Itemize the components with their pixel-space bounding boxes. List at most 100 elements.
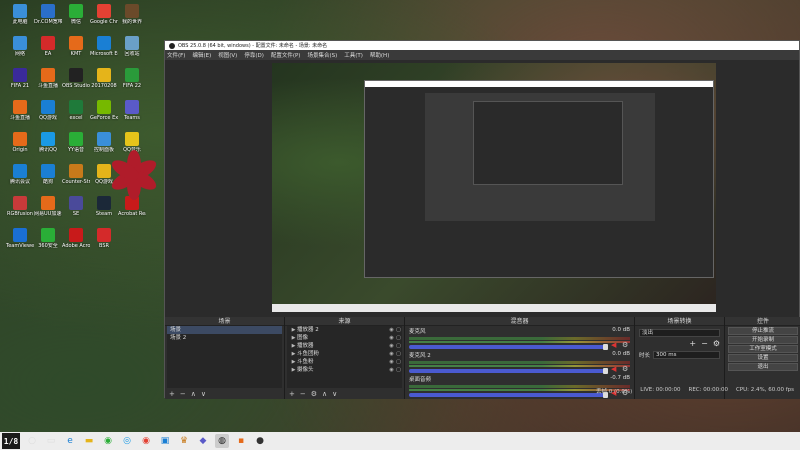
- player-icon[interactable]: ●: [253, 434, 267, 448]
- volume-slider[interactable]: [409, 392, 608, 398]
- remove-scene-button[interactable]: −: [180, 390, 186, 398]
- desktop-icon[interactable]: 此电脑: [6, 4, 34, 25]
- desktop-icon[interactable]: QQ游戏: [34, 100, 62, 121]
- desktop-icon[interactable]: 360安全: [34, 228, 62, 249]
- scene-item[interactable]: 场景 2: [167, 334, 282, 342]
- desktop-icon[interactable]: 回收站: [118, 36, 146, 57]
- scene-item[interactable]: 场景: [167, 326, 282, 334]
- desktop-icon[interactable]: BSR: [90, 228, 118, 249]
- menu-item[interactable]: 停靠(D): [244, 51, 264, 59]
- source-item[interactable]: ▶ 播放器 2 ◉ ▢: [287, 326, 402, 334]
- store-icon[interactable]: ▣: [158, 434, 172, 448]
- move-source-down-button[interactable]: ∨: [332, 390, 337, 398]
- desktop-icon[interactable]: KMT: [62, 36, 90, 57]
- desktop-icon[interactable]: RGBfusion: [6, 196, 34, 217]
- visibility-eye-icon[interactable]: ◉: [388, 366, 395, 374]
- taskview-icon[interactable]: ▭: [44, 434, 58, 448]
- control-button[interactable]: 设置: [728, 354, 798, 362]
- visibility-eye-icon[interactable]: ◉: [388, 334, 395, 342]
- add-scene-button[interactable]: +: [169, 390, 175, 398]
- transition-settings-button[interactable]: ⚙: [713, 339, 720, 348]
- douyu-icon[interactable]: ▪: [234, 434, 248, 448]
- desktop-icon[interactable]: SE: [62, 196, 90, 217]
- desktop-icon[interactable]: YY语音: [62, 132, 90, 153]
- lock-icon[interactable]: ▢: [395, 342, 402, 350]
- desktop-icon[interactable]: Counter-Strike: [62, 164, 90, 185]
- source-item[interactable]: ▶ 斗鱼粉 ◉ ▢: [287, 358, 402, 366]
- desktop-icon[interactable]: EA: [34, 36, 62, 57]
- desktop-icon[interactable]: 微信: [62, 4, 90, 25]
- mute-speaker-icon[interactable]: ◀: [611, 342, 619, 349]
- visibility-eye-icon[interactable]: ◉: [388, 342, 395, 350]
- desktop-icon[interactable]: 网易UU加速器: [34, 196, 62, 217]
- chrome-icon[interactable]: ◉: [139, 434, 153, 448]
- game-icon[interactable]: ♛: [177, 434, 191, 448]
- menu-item[interactable]: 编辑(E): [192, 51, 211, 59]
- move-source-up-button[interactable]: ∧: [322, 390, 327, 398]
- mute-speaker-icon[interactable]: ◀: [611, 366, 619, 373]
- desktop-icon[interactable]: 我的世界: [118, 4, 146, 25]
- source-item[interactable]: ▶ 斗鱼团粉 ◉ ▢: [287, 350, 402, 358]
- menu-item[interactable]: 配置文件(P): [271, 51, 301, 59]
- desktop-icon[interactable]: Adobe Acrobat: [62, 228, 90, 249]
- remove-transition-button[interactable]: −: [701, 339, 708, 348]
- desktop-icon[interactable]: 腾讯QQ: [34, 132, 62, 153]
- obs-taskbar-icon[interactable]: ◍: [215, 434, 229, 448]
- menu-item[interactable]: 工具(T): [344, 51, 363, 59]
- lock-icon[interactable]: ▢: [395, 358, 402, 366]
- source-item[interactable]: ▶ 图像 ◉ ▢: [287, 334, 402, 342]
- lock-icon[interactable]: ▢: [395, 326, 402, 334]
- desktop-icon[interactable]: 斗鱼直播: [6, 100, 34, 121]
- control-button[interactable]: 退出: [728, 363, 798, 371]
- lock-icon[interactable]: ▢: [395, 350, 402, 358]
- move-scene-down-button[interactable]: ∨: [201, 390, 206, 398]
- wechat-icon[interactable]: ◉: [101, 434, 115, 448]
- remove-source-button[interactable]: −: [300, 390, 306, 398]
- explorer-icon[interactable]: ▬: [82, 434, 96, 448]
- menu-item[interactable]: 场景集合(S): [307, 51, 337, 59]
- transition-select[interactable]: 淡出: [639, 328, 720, 337]
- source-properties-button[interactable]: ⚙: [311, 390, 317, 398]
- source-item[interactable]: ▶ 摄像头 ◉ ▢: [287, 366, 402, 374]
- control-button[interactable]: 开始录制: [728, 336, 798, 344]
- visibility-eye-icon[interactable]: ◉: [388, 350, 395, 358]
- lock-icon[interactable]: ▢: [395, 366, 402, 374]
- add-transition-button[interactable]: +: [689, 339, 696, 348]
- app-icon[interactable]: ◆: [196, 434, 210, 448]
- add-source-button[interactable]: +: [289, 390, 295, 398]
- desktop-icon[interactable]: Google Chrome: [90, 4, 118, 25]
- start-button[interactable]: 1/8: [2, 433, 20, 449]
- title-bar[interactable]: OBS 25.0.8 (64 bit, windows) - 配置文件: 未命名…: [165, 41, 799, 50]
- menu-item[interactable]: 帮助(H): [370, 51, 389, 59]
- menu-item[interactable]: 文件(F): [167, 51, 185, 59]
- desktop-icon[interactable]: 网络: [6, 36, 34, 57]
- qq-icon[interactable]: ◎: [120, 434, 134, 448]
- search-icon[interactable]: ○: [25, 434, 39, 448]
- edge-icon[interactable]: e: [63, 434, 77, 448]
- desktop-icon[interactable]: OBS Studio: [62, 68, 90, 89]
- desktop-icon[interactable]: Dr.COM宽带认证: [34, 4, 62, 25]
- duration-input[interactable]: 300 ms: [653, 350, 720, 359]
- desktop-icon[interactable]: GeForce Experience: [90, 100, 118, 121]
- desktop-icon[interactable]: TeamViewer: [6, 228, 34, 249]
- move-scene-up-button[interactable]: ∧: [191, 390, 196, 398]
- desktop-icon[interactable]: excel: [62, 100, 90, 121]
- desktop-icon[interactable]: FIFA 22: [118, 68, 146, 89]
- desktop-icon[interactable]: 腾讯会议: [6, 164, 34, 185]
- desktop-icon[interactable]: Microsoft Edge: [90, 36, 118, 57]
- desktop-icon[interactable]: 酷狗: [34, 164, 62, 185]
- visibility-eye-icon[interactable]: ◉: [388, 358, 395, 366]
- control-button[interactable]: 工作室模式: [728, 345, 798, 353]
- menu-item[interactable]: 视图(V): [218, 51, 237, 59]
- gear-icon[interactable]: ⚙: [622, 366, 630, 373]
- volume-slider[interactable]: [409, 368, 608, 374]
- preview-canvas[interactable]: [272, 63, 716, 312]
- desktop-icon[interactable]: Teams: [118, 100, 146, 121]
- control-button[interactable]: 停止推流: [728, 327, 798, 335]
- source-item[interactable]: ▶ 播放器 ◉ ▢: [287, 342, 402, 350]
- desktop-icon[interactable]: 20170208: [90, 68, 118, 89]
- gear-icon[interactable]: ⚙: [622, 342, 630, 349]
- visibility-eye-icon[interactable]: ◉: [388, 326, 395, 334]
- desktop-icon[interactable]: 斗鱼直播: [34, 68, 62, 89]
- lock-icon[interactable]: ▢: [395, 334, 402, 342]
